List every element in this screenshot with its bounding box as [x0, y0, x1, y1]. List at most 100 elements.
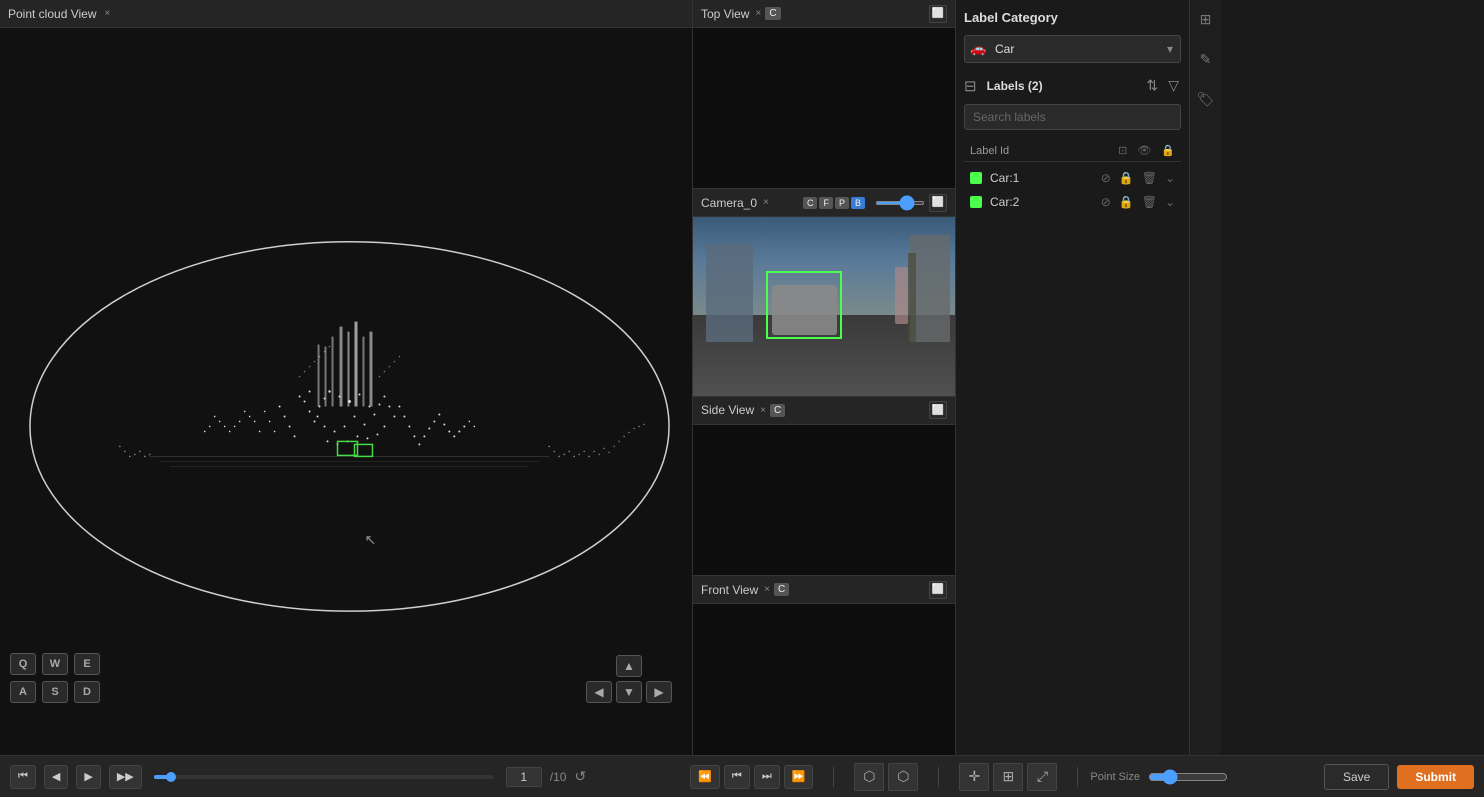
arrow-down-btn[interactable]: ▼: [616, 681, 642, 703]
label-color-car1: [970, 172, 982, 184]
top-view-title: Top View: [701, 7, 749, 21]
header-icons-col: ⊡ 👁 🔒: [1118, 144, 1175, 157]
rewind-btn[interactable]: ⏪: [690, 765, 720, 789]
cube-tool-btn[interactable]: ⬡: [854, 763, 884, 791]
camera0-title: Camera_0: [701, 196, 757, 210]
next-frame-btn[interactable]: ⏭: [754, 765, 780, 789]
building-right: [910, 235, 949, 342]
right-icon-bar: ⊞ ✎ 🏷: [1189, 0, 1221, 755]
save-button[interactable]: Save: [1324, 764, 1389, 790]
label-eyeoff-car2[interactable]: ⊘: [1101, 195, 1111, 209]
cam-tag-p[interactable]: P: [835, 197, 849, 209]
label-lock-car2[interactable]: 🔒: [1119, 195, 1134, 209]
camera-slider-group: [875, 201, 925, 205]
skip-to-start-btn[interactable]: ⏮: [10, 765, 36, 789]
arrow-up-btn[interactable]: ▲: [616, 655, 642, 677]
crop-tool-btn[interactable]: ⊞: [993, 763, 1023, 791]
arrow-middle-row: ◀ ▼ ▶: [586, 681, 672, 703]
label-name-car1: Car:1: [990, 171, 1101, 185]
label-lock-car1[interactable]: 🔒: [1119, 171, 1134, 185]
cube2-tool-btn[interactable]: ⬡: [888, 763, 918, 791]
label-row-car2[interactable]: Car:2 ⊘ 🔒 🗑 ⌄: [964, 190, 1181, 214]
car-object: [772, 285, 838, 335]
play-btn[interactable]: ▶: [76, 765, 100, 789]
tool-sep-2: [938, 767, 939, 787]
label-eyeoff-car1[interactable]: ⊘: [1101, 171, 1111, 185]
top-view-expand[interactable]: ⬜: [929, 5, 947, 23]
top-view-close[interactable]: ×: [755, 8, 761, 19]
timeline-handle[interactable]: [166, 772, 176, 782]
refresh-icon[interactable]: ↺: [574, 768, 586, 785]
top-view-panel: Top View × C ⬜: [693, 0, 955, 189]
car-icon: 🚗: [970, 41, 986, 57]
point-cloud-close[interactable]: ×: [105, 8, 111, 19]
front-view-tag: C: [774, 583, 789, 596]
prev-frame-btn[interactable]: ⏮: [724, 765, 750, 789]
sidebar-icon-grid[interactable]: ⊞: [1195, 8, 1217, 30]
svg-text:↖: ↖: [364, 531, 376, 547]
camera-tags: C F P B: [803, 197, 865, 209]
step-forward-btn[interactable]: ▶▶: [109, 765, 142, 789]
label-actions-car2: ⊘ 🔒 🗑 ⌄: [1101, 195, 1175, 209]
arrow-right-btn[interactable]: ▶: [646, 681, 672, 703]
right-sidebar: Label Category 🚗 Car ▾ ⊟ Labels (2) ⇅ ▽: [956, 0, 1221, 755]
side-view-content: [693, 425, 955, 576]
fast-forward-btn[interactable]: ⏩: [784, 765, 814, 789]
labels-header: ⊟ Labels (2) ⇅ ▽: [964, 75, 1181, 96]
top-view-header: Top View × C ⬜: [693, 0, 955, 28]
front-view-close[interactable]: ×: [764, 584, 770, 595]
search-labels-input[interactable]: [964, 104, 1181, 130]
kbd-d: D: [74, 681, 100, 703]
kbd-e: E: [74, 653, 100, 675]
side-view-title: Side View: [701, 403, 754, 417]
label-delete-car1[interactable]: 🗑: [1142, 171, 1157, 185]
cam-tag-b[interactable]: B: [851, 197, 865, 209]
sidebar-icon-edit[interactable]: ✎: [1195, 48, 1217, 70]
filter-icon[interactable]: ▽: [1166, 75, 1181, 96]
sidebar-icon-tag[interactable]: 🏷: [1195, 88, 1217, 110]
top-view-content: [693, 28, 955, 188]
step-back-btn[interactable]: ◀: [44, 765, 68, 789]
sidebar-inner: Label Category 🚗 Car ▾ ⊟ Labels (2) ⇅ ▽: [956, 0, 1189, 755]
point-size-slider[interactable]: [1148, 769, 1228, 785]
label-expand-car2[interactable]: ⌄: [1165, 195, 1175, 209]
camera0-header: Camera_0 × C F P B ⬜: [693, 189, 955, 217]
fitview-tool-btn[interactable]: ⤢: [1027, 763, 1057, 791]
category-dropdown[interactable]: Car: [964, 35, 1181, 63]
side-view-header: Side View × C ⬜: [693, 397, 955, 425]
kbd-w: W: [42, 653, 68, 675]
bottom-bar: ⏮ ◀ ▶ ▶▶ 1 /10 ↺ ⏪ ⏮ ⏭ ⏩ ⬡ ⬡ ✛ ⊞ ⤢ Point…: [0, 755, 1484, 797]
camera-scene: [693, 217, 955, 396]
move-tool-btn[interactable]: ✛: [959, 763, 989, 791]
frame-total: /10: [550, 770, 567, 784]
category-select-wrapper: 🚗 Car ▾: [964, 35, 1181, 63]
center-views-column: Top View × C ⬜ Camera_0 × C F P B: [693, 0, 956, 755]
camera0-content: [693, 217, 955, 396]
front-view-title: Front View: [701, 583, 758, 597]
camera-opacity-slider[interactable]: [875, 201, 925, 205]
camera0-close[interactable]: ×: [763, 197, 769, 208]
side-view-expand[interactable]: ⬜: [929, 401, 947, 419]
side-view-close[interactable]: ×: [760, 405, 766, 416]
camera0-expand[interactable]: ⬜: [929, 194, 947, 212]
submit-button[interactable]: Submit: [1397, 765, 1474, 789]
frame-input[interactable]: 1: [506, 767, 542, 787]
labels-section: ⊟ Labels (2) ⇅ ▽ Label Id ⊡ 👁 🔒: [964, 75, 1181, 214]
sort-icon[interactable]: ⇅: [1144, 75, 1160, 96]
top-view-tag: C: [765, 7, 780, 20]
arrow-controls: ▲ ◀ ▼ ▶: [586, 655, 672, 703]
cam-tag-c[interactable]: C: [803, 197, 818, 209]
arrow-left-btn[interactable]: ◀: [586, 681, 612, 703]
front-view-expand[interactable]: ⬜: [929, 581, 947, 599]
labels-grid-icon: ⊟: [964, 77, 977, 95]
cam-tag-f[interactable]: F: [819, 197, 833, 209]
label-delete-car2[interactable]: 🗑: [1142, 195, 1157, 209]
side-view-tag: C: [770, 404, 785, 417]
kbd-a: A: [10, 681, 36, 703]
timeline-slider[interactable]: [154, 775, 494, 779]
label-row-car1[interactable]: Car:1 ⊘ 🔒 🗑 ⌄: [964, 166, 1181, 190]
label-expand-car1[interactable]: ⌄: [1165, 171, 1175, 185]
front-view-content: [693, 604, 955, 755]
label-category-section: Label Category 🚗 Car ▾: [964, 10, 1181, 63]
front-view-panel: Front View × C ⬜: [693, 576, 955, 755]
